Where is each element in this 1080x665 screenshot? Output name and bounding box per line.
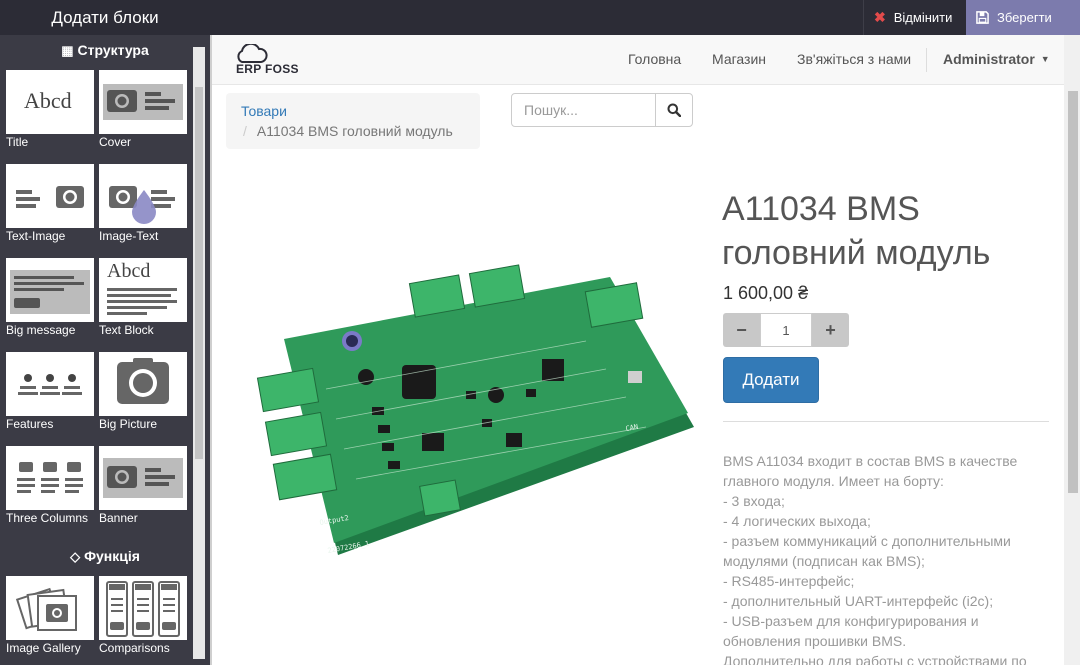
features-thumb-icon bbox=[6, 352, 94, 416]
product-description: BMS A11034 входит в состав BMS в качеств… bbox=[723, 451, 1049, 665]
section-feature-header: ◇ Функція bbox=[0, 542, 210, 570]
product-price: 1 600,00 ₴ bbox=[723, 283, 809, 303]
user-menu[interactable]: Administrator ▼ bbox=[943, 51, 1050, 67]
block-three-columns[interactable]: Three Columns bbox=[6, 446, 94, 526]
description-line: - дополнительный UART-интерфейс (i2c); bbox=[723, 593, 994, 609]
text-block-thumb-icon: Abcd bbox=[99, 258, 187, 322]
big-message-thumb-icon bbox=[6, 258, 94, 322]
close-icon: ✖ bbox=[874, 9, 886, 25]
block-label: Banner bbox=[99, 511, 138, 525]
website-preview: ERP FOSS Головна Магазин Зв'яжіться з на… bbox=[210, 35, 1080, 665]
block-big-message[interactable]: Big message bbox=[6, 258, 94, 338]
preview-scrollbar-thumb[interactable] bbox=[1068, 91, 1078, 493]
block-label: Image-Text bbox=[99, 229, 159, 243]
big-picture-thumb-icon bbox=[99, 352, 187, 416]
text-image-thumb-icon bbox=[6, 164, 94, 228]
block-label: Big message bbox=[6, 323, 76, 337]
product-title: A11034 BMS головний модуль bbox=[722, 190, 991, 272]
nav-separator bbox=[926, 48, 927, 72]
block-text-block[interactable]: Abcd Text Block bbox=[99, 258, 187, 338]
section-structure-header: ▦ Структура bbox=[0, 36, 210, 64]
title-thumb-text: Abcd bbox=[24, 88, 72, 113]
section-feature-label: Функція bbox=[84, 548, 140, 564]
caret-down-icon: ▼ bbox=[1040, 54, 1050, 64]
block-features[interactable]: Features bbox=[6, 352, 94, 432]
breadcrumb: Товари / A11034 BMS головний модуль bbox=[226, 93, 480, 149]
block-label: Features bbox=[6, 417, 54, 431]
drag-drop-marker-icon bbox=[132, 190, 156, 224]
site-logo[interactable]: ERP FOSS bbox=[234, 44, 304, 78]
search-icon bbox=[667, 103, 681, 117]
grid-icon: ▦ bbox=[61, 43, 74, 58]
description-line: Дополнительно для работы с устройствами … bbox=[723, 653, 1027, 665]
block-text-image[interactable]: Text-Image bbox=[6, 164, 94, 244]
site-navbar: ERP FOSS Головна Магазин Зв'яжіться з на… bbox=[212, 35, 1064, 85]
divider bbox=[723, 421, 1049, 422]
nav-shop[interactable]: Магазин bbox=[712, 51, 766, 67]
search-input[interactable] bbox=[512, 94, 655, 126]
product-image[interactable]: Output2 22072266_1 CAN bbox=[226, 169, 694, 659]
block-title[interactable]: Abcd Title bbox=[6, 70, 94, 150]
comparisons-thumb-icon bbox=[99, 576, 187, 640]
block-big-picture[interactable]: Big Picture bbox=[99, 352, 187, 432]
block-label: Image Gallery bbox=[6, 641, 81, 655]
block-image-gallery[interactable]: Image Gallery bbox=[6, 576, 94, 656]
add-to-cart-button[interactable]: Додати bbox=[723, 357, 819, 403]
search-button[interactable] bbox=[655, 94, 692, 126]
block-cover[interactable]: Cover bbox=[99, 70, 187, 150]
description-line: - USB-разъем для конфигурирования и обно… bbox=[723, 613, 979, 649]
description-line: - 4 логических выхода; bbox=[723, 513, 871, 529]
banner-thumb-icon bbox=[99, 446, 187, 510]
quantity-stepper: − + bbox=[723, 313, 849, 347]
nav-home[interactable]: Головна bbox=[628, 51, 681, 67]
three-columns-thumb-icon bbox=[6, 446, 94, 510]
block-label: Cover bbox=[99, 135, 132, 149]
description-line: BMS A11034 входит в состав BMS в качеств… bbox=[723, 453, 1018, 489]
save-label: Зберегти bbox=[997, 10, 1052, 25]
pcb-board-image: Output2 22072266_1 CAN bbox=[256, 264, 694, 555]
discard-label: Відмінити bbox=[893, 10, 953, 25]
block-label: Title bbox=[6, 135, 29, 149]
blocks-sidebar: ▦ Структура Abcd Title Cover Text-Image I bbox=[0, 35, 210, 665]
block-banner[interactable]: Banner bbox=[99, 446, 187, 526]
title-thumb-icon: Abcd bbox=[6, 70, 94, 134]
block-label: Comparisons bbox=[99, 641, 170, 655]
diamond-icon: ◇ bbox=[70, 549, 81, 564]
section-structure-label: Структура bbox=[77, 42, 149, 58]
description-line: - RS485-интерфейс; bbox=[723, 573, 855, 589]
breadcrumb-products-link[interactable]: Товари bbox=[241, 103, 287, 119]
save-button[interactable]: Зберегти bbox=[966, 0, 1080, 35]
logo-text: ERP FOSS bbox=[236, 62, 299, 76]
search-box bbox=[511, 93, 693, 127]
block-label: Text-Image bbox=[6, 229, 66, 243]
minus-icon: − bbox=[736, 320, 747, 340]
plus-icon: + bbox=[825, 320, 836, 340]
description-line: - разъем коммуникаций с дополнительными … bbox=[723, 533, 1011, 569]
breadcrumb-separator: / bbox=[243, 123, 247, 139]
cover-thumb-icon bbox=[99, 70, 187, 134]
block-label: Big Picture bbox=[99, 417, 158, 431]
cloud-icon bbox=[237, 44, 268, 63]
nav-contact[interactable]: Зв'яжіться з нами bbox=[797, 51, 911, 67]
block-comparisons[interactable]: Comparisons bbox=[99, 576, 187, 656]
description-line: - 3 входа; bbox=[723, 493, 785, 509]
editor-topbar: Додати блоки ✖ Відмінити Зберегти bbox=[0, 0, 1080, 35]
user-name: Administrator bbox=[943, 51, 1035, 67]
quantity-input[interactable] bbox=[760, 313, 812, 347]
breadcrumb-current: A11034 BMS головний модуль bbox=[256, 123, 453, 139]
block-label: Text Block bbox=[99, 323, 154, 337]
discard-button[interactable]: ✖ Відмінити bbox=[863, 0, 965, 35]
image-gallery-thumb-icon bbox=[6, 576, 94, 640]
increase-quantity-button[interactable]: + bbox=[812, 313, 849, 347]
sidebar-scrollbar-thumb[interactable] bbox=[195, 87, 203, 459]
floppy-disk-icon bbox=[976, 11, 989, 24]
add-blocks-title: Додати блоки bbox=[51, 8, 159, 27]
decrease-quantity-button[interactable]: − bbox=[723, 313, 760, 347]
block-label: Three Columns bbox=[6, 511, 89, 525]
